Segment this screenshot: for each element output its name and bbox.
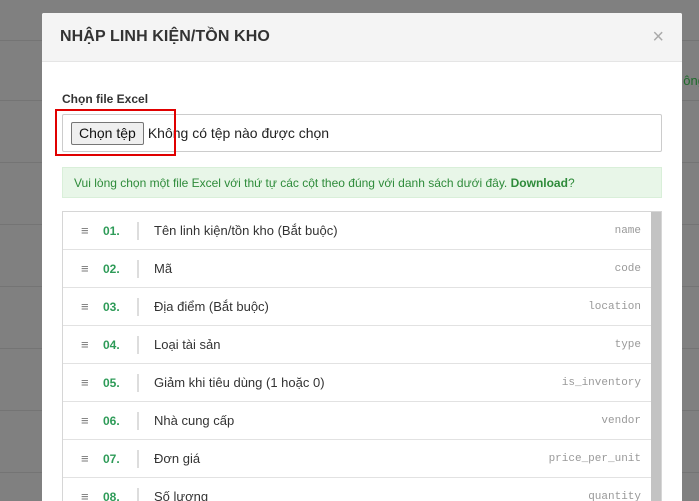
row-divider — [137, 487, 139, 501]
drag-handle-icon[interactable]: ≡ — [81, 413, 91, 428]
row-divider — [137, 297, 139, 316]
row-key: name — [614, 224, 641, 237]
row-key: quantity — [588, 490, 641, 501]
row-label: Giảm khi tiêu dùng (1 hoặc 0) — [154, 375, 325, 390]
file-input[interactable]: Chọn tệp Không có tệp nào được chọn — [55, 109, 662, 156]
row-label: Số lượng — [154, 489, 209, 501]
file-field-label: Chọn file Excel — [62, 92, 149, 106]
row-label: Đơn giá — [154, 451, 201, 466]
row-number: 05. — [103, 375, 120, 390]
row-number: 08. — [103, 489, 120, 501]
download-link[interactable]: Download — [511, 176, 568, 190]
list-item[interactable]: ≡ 02. Mã code — [63, 250, 661, 288]
row-key: price_per_unit — [548, 452, 641, 465]
drag-handle-icon[interactable]: ≡ — [81, 375, 91, 390]
info-alert: Vui lòng chọn một file Excel với thứ tự … — [62, 167, 662, 198]
row-divider — [137, 221, 139, 240]
background-edge-text: ông — [683, 73, 699, 88]
list-item[interactable]: ≡ 01. Tên linh kiện/tồn kho (Bắt buộc) n… — [63, 212, 661, 250]
column-list: ≡ 01. Tên linh kiện/tồn kho (Bắt buộc) n… — [62, 211, 662, 501]
row-key: type — [614, 338, 641, 351]
row-number: 03. — [103, 299, 120, 314]
modal-header: NHẬP LINH KIỆN/TỒN KHO × — [42, 13, 682, 62]
modal-title: NHẬP LINH KIỆN/TỒN KHO — [60, 28, 270, 45]
row-divider — [137, 449, 139, 468]
import-modal: NHẬP LINH KIỆN/TỒN KHO × Chọn file Excel… — [42, 13, 682, 501]
row-label: Tên linh kiện/tồn kho (Bắt buộc) — [154, 223, 338, 238]
list-item[interactable]: ≡ 07. Đơn giá price_per_unit — [63, 440, 661, 478]
row-key: code — [614, 262, 641, 275]
row-label: Địa điểm (Bắt buộc) — [154, 299, 269, 314]
row-label: Nhà cung cấp — [154, 413, 235, 428]
row-number: 06. — [103, 413, 120, 428]
row-divider — [137, 335, 139, 354]
row-label: Loại tài sản — [154, 337, 221, 352]
list-item[interactable]: ≡ 04. Loại tài sản type — [63, 326, 661, 364]
info-suffix: ? — [567, 176, 575, 190]
row-divider — [137, 411, 139, 430]
row-label: Mã — [154, 261, 173, 276]
row-divider — [137, 259, 139, 278]
row-key: is_inventory — [561, 376, 641, 389]
list-item[interactable]: ≡ 06. Nhà cung cấp vendor — [63, 402, 661, 440]
list-item[interactable]: ≡ 03. Địa điểm (Bắt buộc) location — [63, 288, 661, 326]
row-number: 02. — [103, 261, 120, 276]
choose-file-button[interactable]: Chọn tệp — [71, 121, 144, 145]
modal-body: Chọn file Excel Chọn tệp Không có tệp nà… — [42, 62, 682, 501]
drag-handle-icon[interactable]: ≡ — [81, 261, 91, 276]
info-text: Vui lòng chọn một file Excel với thứ tự … — [74, 176, 508, 190]
row-key: location — [588, 300, 641, 313]
row-number: 07. — [103, 451, 120, 466]
list-item[interactable]: ≡ 08. Số lượng quantity — [63, 478, 661, 501]
close-icon[interactable]: × — [652, 27, 664, 47]
drag-handle-icon[interactable]: ≡ — [81, 223, 91, 238]
drag-handle-icon[interactable]: ≡ — [81, 451, 91, 466]
scrollbar[interactable] — [651, 212, 661, 501]
drag-handle-icon[interactable]: ≡ — [81, 337, 91, 352]
list-item[interactable]: ≡ 05. Giảm khi tiêu dùng (1 hoặc 0) is_i… — [63, 364, 661, 402]
drag-handle-icon[interactable]: ≡ — [81, 299, 91, 314]
row-divider — [137, 373, 139, 392]
row-key: vendor — [601, 414, 641, 427]
drag-handle-icon[interactable]: ≡ — [81, 489, 91, 501]
row-number: 01. — [103, 223, 120, 238]
row-number: 04. — [103, 337, 120, 352]
file-status-text: Không có tệp nào được chọn — [147, 125, 330, 141]
